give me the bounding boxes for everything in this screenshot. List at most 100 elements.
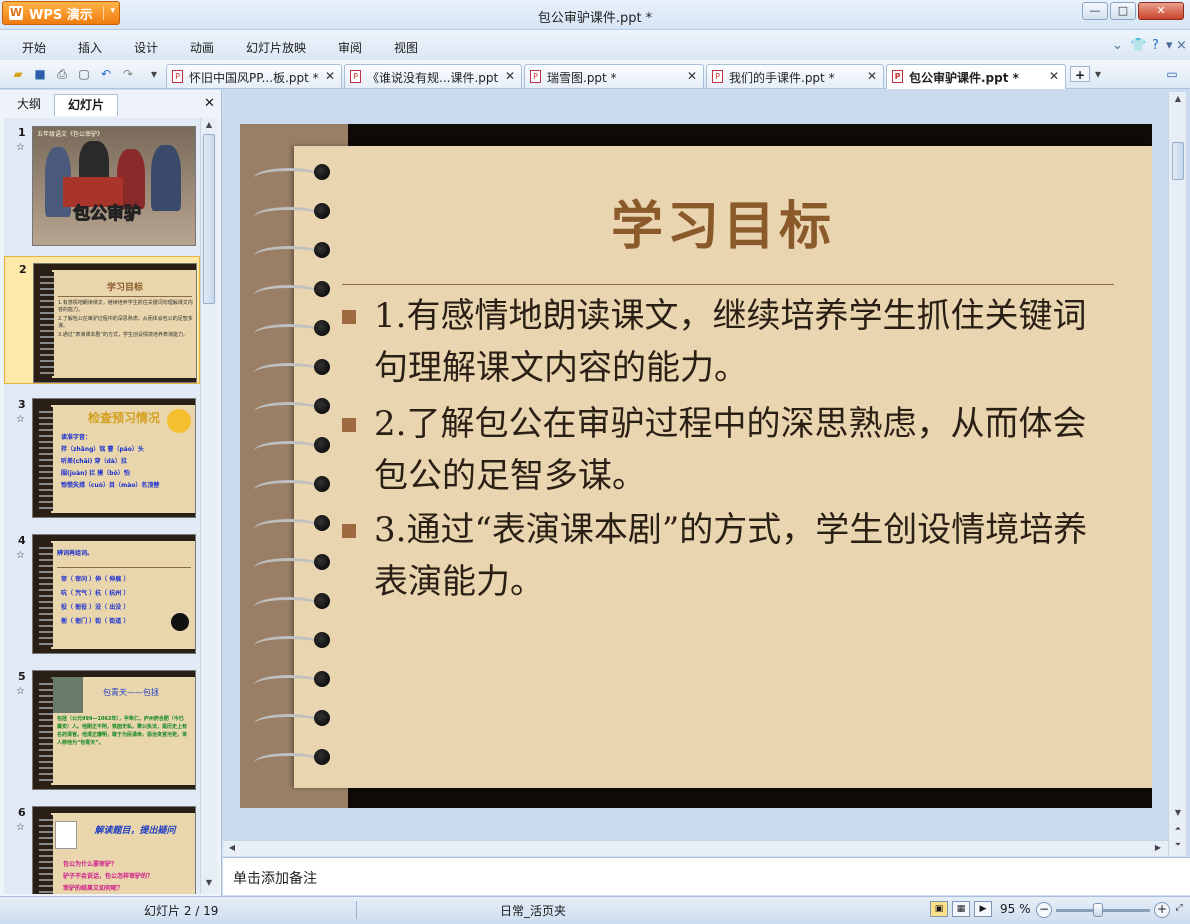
- thumb-text: 役（ 衙役 ）没（ 出没 ）: [61, 604, 130, 611]
- thumb-text: 2.了解包公在审驴过程中的深思熟虑，从而体会包公的足智多谋。: [58, 316, 193, 329]
- thumb-text: 审驴的结果又如何呢？: [63, 885, 124, 892]
- bullet-2[interactable]: 2.了解包公在审驴过程中的深思熟虑，从而体会包公的足智多谋。: [342, 398, 1102, 502]
- doc-tab-1[interactable]: P 怀旧中国风PP...板.ppt * ✕: [166, 64, 342, 88]
- animation-star-icon: ☆: [16, 822, 25, 833]
- zoom-out-icon[interactable]: −: [1036, 902, 1052, 918]
- redo-icon[interactable]: ↷: [120, 66, 136, 82]
- doc-tab-3[interactable]: P 瑞雪图.ppt * ✕: [524, 64, 704, 88]
- thumb-text: 驴子不会说话，包公怎样审驴的？: [63, 873, 154, 880]
- chevron-down-icon[interactable]: ▾: [1166, 38, 1173, 53]
- doc-tab-4[interactable]: P 我们的手课件.ppt * ✕: [706, 64, 884, 88]
- slideshow-play-icon[interactable]: ▶: [974, 901, 992, 917]
- undo-icon[interactable]: ↶: [98, 66, 114, 82]
- shirt-skin-icon[interactable]: 👕: [1130, 38, 1146, 53]
- menu-insert[interactable]: 插入: [78, 39, 102, 56]
- doc-tab-label: 瑞雪图.ppt *: [547, 71, 617, 85]
- scroll-down-icon[interactable]: ▼: [202, 878, 216, 890]
- zoom-level[interactable]: 95 %: [1000, 902, 1031, 916]
- minimize-button[interactable]: —: [1082, 2, 1108, 20]
- window-layout-icon[interactable]: ▭: [1164, 66, 1180, 82]
- scroll-up-icon[interactable]: ▲: [1171, 94, 1185, 106]
- cartoon-boy-icon: [55, 821, 77, 849]
- slide-thumbnail-5[interactable]: 5 ☆ 包青天——包拯 包拯（公元999—1062年），字希仁，庐州府合肥（今已…: [4, 664, 200, 792]
- scroll-up-icon[interactable]: ▲: [202, 120, 216, 132]
- doc-tab-2[interactable]: P 《谁说没有规...课件.ppt ✕: [344, 64, 522, 88]
- doc-tab-label: 《谁说没有规...课件.ppt: [367, 71, 499, 85]
- menu-animation[interactable]: 动画: [190, 39, 214, 56]
- slide-thumbnail-3[interactable]: 3 ☆ 检查预习情况 读准字音： 拌（zhǎng）铭 曹（páo）头 听差(ch…: [4, 392, 200, 520]
- menu-review[interactable]: 审阅: [338, 39, 362, 56]
- print-icon[interactable]: ⎙: [54, 66, 70, 82]
- spiral-ring: [254, 554, 330, 570]
- zoom-in-icon[interactable]: +: [1154, 902, 1170, 918]
- bullet-3[interactable]: 3.通过“表演课本剧”的方式，学生创设情境培养表演能力。: [342, 504, 1102, 608]
- help-icon[interactable]: ?: [1152, 38, 1159, 53]
- thumb-title: 包公审驴: [73, 204, 142, 225]
- tab-close-icon[interactable]: ✕: [867, 69, 877, 83]
- thumb-text: 五年级语文《包公审驴》: [37, 131, 104, 138]
- menu-home[interactable]: 开始: [22, 39, 46, 56]
- maximize-button[interactable]: □: [1110, 2, 1136, 20]
- thumbnail-scrollbar[interactable]: ▲ ▼: [200, 118, 217, 894]
- animation-star-icon: ☆: [16, 414, 25, 425]
- slide-number: 2: [19, 263, 27, 276]
- doc-tab-5-active[interactable]: P 包公审驴课件.ppt * ✕: [886, 64, 1066, 89]
- slide-number: 6: [18, 806, 26, 819]
- tab-list-dropdown-icon[interactable]: ▾: [1090, 66, 1106, 82]
- fit-window-icon[interactable]: ⤢: [1172, 901, 1186, 917]
- scroll-down-icon[interactable]: ▼: [1171, 808, 1185, 820]
- spiral-ring: [254, 359, 330, 375]
- tab-close-icon[interactable]: ✕: [1049, 69, 1059, 83]
- menu-view[interactable]: 视图: [394, 39, 418, 56]
- slide-horizontal-scrollbar[interactable]: ◀ ▶: [223, 840, 1168, 856]
- spiral-ring: [254, 671, 330, 687]
- next-slide-icon[interactable]: ⏷: [1171, 840, 1185, 852]
- ppt-file-icon: P: [892, 70, 903, 83]
- tab-close-icon[interactable]: ✕: [325, 69, 335, 83]
- ribbon-close-icon[interactable]: ×: [1176, 38, 1187, 53]
- slide-sorter-icon[interactable]: ▦: [952, 901, 970, 917]
- menu-bar: 开始 插入 设计 动画 幻灯片放映 审阅 视图 ⌄ 👕 ? ▾ ×: [0, 30, 1190, 60]
- theme-name: 日常_活页夹: [500, 904, 567, 918]
- thumb-text: 包公为什么要审驴？: [63, 861, 118, 868]
- slide-canvas[interactable]: 学习目标 1.有感情地朗读课文，继续培养学生抓住关键词句理解课文内容的能力。 2…: [240, 124, 1152, 808]
- menu-slideshow[interactable]: 幻灯片放映: [246, 39, 306, 56]
- scroll-right-icon[interactable]: ▶: [1151, 843, 1165, 855]
- slide-number: 4: [18, 534, 26, 547]
- slide-thumbnail-6[interactable]: 6 ☆ 解读题目，提出疑问 包公为什么要审驴？ 驴子不会说话，包公怎样审驴的？ …: [4, 800, 200, 894]
- new-tab-button[interactable]: +: [1070, 66, 1090, 82]
- scrollbar-thumb[interactable]: [1172, 142, 1184, 180]
- scroll-left-icon[interactable]: ◀: [225, 843, 239, 855]
- slide-5-preview: 包青天——包拯 包拯（公元999—1062年），字希仁，庐州府合肥（今已属安）人…: [32, 670, 196, 790]
- slide-thumbnail-2[interactable]: 2 学习目标 1.有感情地朗读课文，继续培养学生抓住关键词句理解课文内容的能力。…: [4, 256, 200, 384]
- slide-title[interactable]: 学习目标: [294, 184, 1152, 259]
- panel-close-icon[interactable]: ✕: [204, 96, 215, 111]
- thumb-text: 惊慌失措（cuò）目（mào）名顶替: [61, 482, 160, 489]
- spiral-ring: [254, 476, 330, 492]
- scrollbar-thumb[interactable]: [203, 134, 215, 304]
- close-button[interactable]: ✕: [1138, 2, 1184, 20]
- save-icon[interactable]: ■: [32, 66, 48, 82]
- slide-number: 1: [18, 126, 26, 139]
- tab-outline[interactable]: 大纲: [6, 94, 52, 116]
- bullet-square-icon: [342, 310, 356, 324]
- tab-close-icon[interactable]: ✕: [505, 69, 515, 83]
- tab-slides[interactable]: 幻灯片: [54, 94, 118, 116]
- slide-thumbnail-4[interactable]: 4 ☆ 辨词再组词。 审（ 审问 ）伸（ 伸展 ） 吭（ 咒气 ）杭（ 杭州 ）…: [4, 528, 200, 656]
- print-preview-icon[interactable]: ▢: [76, 66, 92, 82]
- tab-close-icon[interactable]: ✕: [687, 69, 697, 83]
- menu-design[interactable]: 设计: [134, 39, 158, 56]
- zoom-slider-thumb[interactable]: [1093, 903, 1104, 917]
- slide-vertical-scrollbar[interactable]: ▲ ▼ ⏶ ⏷: [1168, 92, 1186, 856]
- notes-pane[interactable]: 单击添加备注: [223, 857, 1190, 895]
- quick-toolbar: ▰ ■ ⎙ ▢ ↶ ↷ ▾ P 怀旧中国风PP...板.ppt * ✕ P 《谁…: [0, 60, 1190, 89]
- chevron-down-icon[interactable]: ⌄: [1112, 38, 1123, 53]
- bullet-1[interactable]: 1.有感情地朗读课文，继续培养学生抓住关键词句理解课文内容的能力。: [342, 290, 1102, 394]
- slide-thumbnail-1[interactable]: 1 ☆ 五年级语文《包公审驴》 包公审驴: [4, 120, 200, 248]
- customize-dropdown-icon[interactable]: ▾: [146, 66, 162, 82]
- open-folder-icon[interactable]: ▰: [10, 66, 26, 82]
- previous-slide-icon[interactable]: ⏶: [1171, 824, 1185, 836]
- slide-2-preview: 学习目标 1.有感情地朗读课文，继续培养学生抓住关键词句理解课文内容的能力。 2…: [33, 263, 197, 383]
- normal-view-icon[interactable]: ▣: [930, 901, 948, 917]
- spiral-ring: [254, 632, 330, 648]
